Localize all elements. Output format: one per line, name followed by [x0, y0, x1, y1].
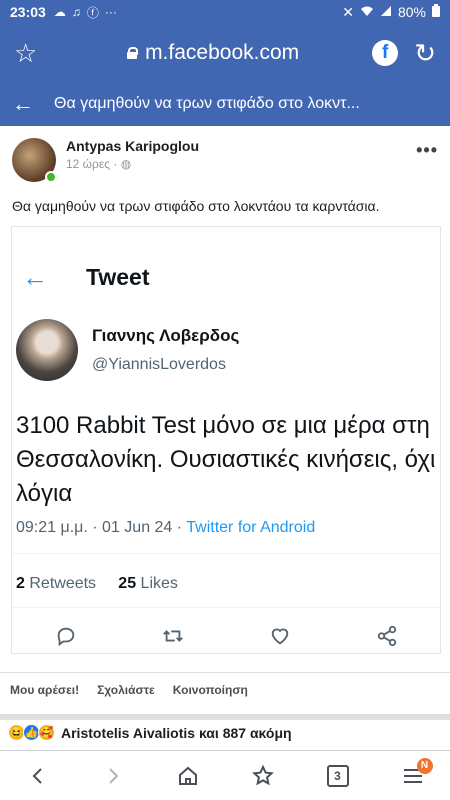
tweet-back-arrow-icon: ←	[22, 261, 48, 292]
retweet-icon	[162, 625, 184, 652]
tweet-time: 09:21 μ.μ.	[16, 519, 88, 536]
mute-icon: ✕	[342, 3, 354, 20]
tabs-button[interactable]: 3	[318, 756, 358, 796]
online-indicator	[45, 171, 57, 183]
forward-nav-icon[interactable]	[93, 756, 133, 796]
tweet-source: Twitter for Android	[186, 519, 316, 536]
battery-percent: 80%	[397, 4, 426, 20]
signal-icon	[380, 4, 392, 20]
tweet-author-name: Γιαννης Λοβερδος	[92, 326, 240, 345]
browser-bar: ☆ m.facebook.com f ↻	[0, 24, 450, 82]
like-button[interactable]: Μου αρέσει!	[10, 683, 79, 697]
status-bar: 23:03 ☁ ♫ ⓕ ··· ✕ 80%	[0, 0, 450, 24]
post: Antypas Karipoglou 12 ώρες · ◍ ••• Θα γα…	[0, 126, 450, 214]
post-author-row: Antypas Karipoglou 12 ώρες · ◍ •••	[0, 126, 450, 183]
divider	[0, 714, 450, 720]
heart-icon	[269, 625, 291, 652]
tweet-actions	[12, 625, 440, 652]
music-icon: ♫	[71, 5, 81, 19]
facebook-badge-icon[interactable]: f	[372, 40, 399, 66]
dot-separator: ·	[113, 157, 121, 171]
url-text: m.facebook.com	[145, 41, 300, 64]
address-bar[interactable]: m.facebook.com	[54, 41, 372, 65]
menu-icon[interactable]: N	[393, 756, 433, 796]
comment-button[interactable]: Σχολιάστε	[97, 683, 155, 697]
likes-count: 25	[118, 575, 137, 592]
tweet-text: 3100 Rabbit Test μόνο σε μια μέρα στη Θε…	[16, 412, 436, 507]
author-avatar[interactable]	[12, 138, 57, 183]
tweet-meta: 09:21 μ.μ. · 01 Jun 24 · Twitter for And…	[16, 519, 316, 536]
post-actions: Μου αρέσει! Σχολιάστε Κοινοποίηση	[0, 683, 450, 697]
more-icon: ···	[104, 5, 117, 19]
tweet-header-title: Tweet	[86, 263, 150, 290]
share-icon	[376, 625, 398, 652]
bookmark-star-nav-icon[interactable]	[243, 756, 283, 796]
reload-icon[interactable]: ↻	[414, 38, 436, 69]
tweet-header: ← Tweet	[12, 257, 440, 297]
lock-icon	[127, 47, 139, 59]
tweet-author-avatar	[16, 319, 78, 381]
care-reaction-icon: 🥰	[38, 724, 55, 741]
more-options-icon[interactable]: •••	[416, 138, 438, 161]
retweets-label: Retweets	[29, 575, 97, 592]
back-arrow-icon[interactable]: ←	[12, 91, 54, 117]
post-time[interactable]: 12 ώρες · ◍	[66, 157, 416, 171]
likes-label: Likes	[140, 575, 178, 592]
tweet-author-handle: @YiannisLoverdos	[92, 356, 226, 373]
globe-icon: ◍	[120, 157, 132, 171]
share-button[interactable]: Κοινοποίηση	[173, 683, 248, 697]
tweet-stats: 2 Retweets 25 Likes	[16, 575, 178, 593]
tweet-author: Γιαννης Λοβερδος @YiannisLoverdos	[16, 319, 239, 381]
facebook-icon: ⓕ	[86, 5, 99, 20]
status-time: 23:03	[10, 4, 46, 20]
bookmark-star-icon[interactable]: ☆	[14, 38, 54, 69]
battery-icon	[432, 4, 440, 20]
reply-icon	[55, 625, 77, 652]
tweet-image[interactable]: ← Tweet Γιαννης Λοβερδος @YiannisLoverdo…	[11, 226, 441, 654]
menu-badge: N	[416, 757, 433, 774]
retweets-count: 2	[16, 575, 25, 592]
post-text: Θα γαμηθούν να τρων στιφάδο στο λοκντάου…	[12, 198, 380, 214]
tweet-date: 01 Jun 24	[102, 519, 173, 536]
back-nav-icon[interactable]	[18, 756, 58, 796]
divider	[12, 607, 440, 608]
browser-bottom-nav: 3 N	[0, 750, 450, 800]
divider	[0, 672, 450, 673]
reactions-summary[interactable]: 😆 👍 🥰 Aristotelis Aivaliotis και 887 ακό…	[8, 724, 292, 741]
wifi-icon	[360, 4, 374, 20]
author-name[interactable]: Antypas Karipoglou	[66, 138, 416, 154]
cloud-icon: ☁	[53, 5, 66, 19]
divider	[12, 553, 440, 554]
home-icon[interactable]	[168, 756, 208, 796]
reactions-text: Aristotelis Aivaliotis και 887 ακόμη	[61, 724, 292, 741]
page-header: ← Θα γαμηθούν να τρων στιφάδο στο λοκντ.…	[0, 82, 450, 126]
page-title: Θα γαμηθούν να τρων στιφάδο στο λοκντ...	[54, 95, 360, 112]
tabs-count: 3	[326, 764, 349, 787]
